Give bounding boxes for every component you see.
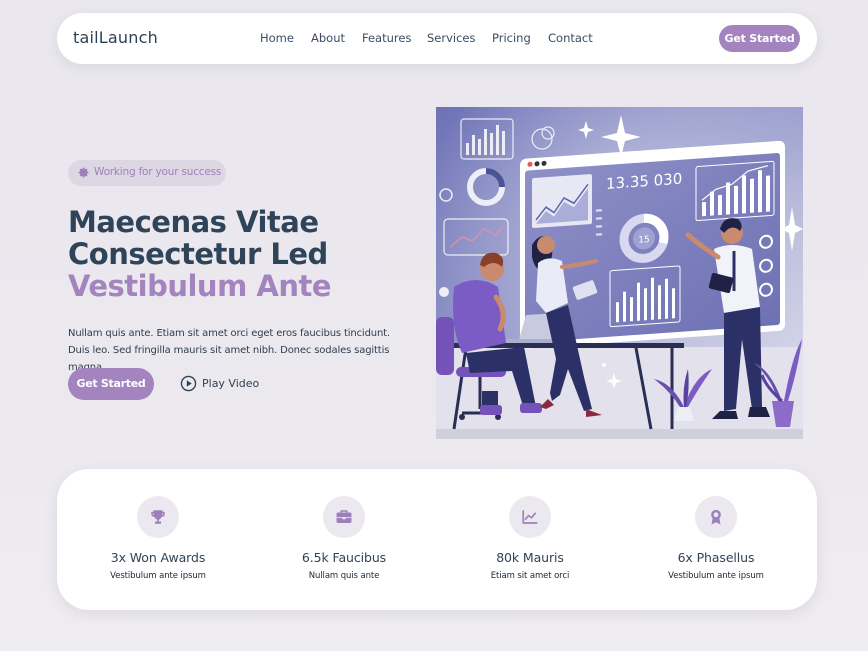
stat-subtitle: Vestibulum ante ipsum xyxy=(110,571,206,581)
hero-illustration: 13.35 030 15 xyxy=(436,107,803,439)
hero-title-line-2: Consectetur Led xyxy=(68,237,328,271)
briefcase-icon xyxy=(336,510,352,523)
gear-icon xyxy=(78,167,89,178)
nav-link-services[interactable]: Services xyxy=(427,31,476,45)
play-circle-icon xyxy=(180,375,197,392)
stats-card: 3x Won Awards Vestibulum ante ipsum 6.5k… xyxy=(57,469,817,610)
hero-title-line-1: Maecenas Vitae xyxy=(68,205,319,239)
stat-item: 6.5k Faucibus Nullam quis ante xyxy=(251,469,437,610)
stat-icon-circle xyxy=(137,496,179,538)
hero-title-line-3: Vestibulum Ante xyxy=(68,269,332,303)
stat-title: 80k Mauris xyxy=(496,550,564,565)
badge-label: Working for your success xyxy=(94,166,222,178)
stat-item: 6x Phasellus Vestibulum ante ipsum xyxy=(623,469,809,610)
nav-link-home[interactable]: Home xyxy=(260,31,294,45)
navbar: tailLaunch Home About Features Services … xyxy=(57,13,817,64)
get-started-nav-button[interactable]: Get Started xyxy=(719,25,800,52)
hero-title: Maecenas Vitae Consectetur Led Vestibulu… xyxy=(68,206,428,302)
stat-item: 3x Won Awards Vestibulum ante ipsum xyxy=(65,469,251,610)
play-video-label: Play Video xyxy=(202,377,260,390)
stat-subtitle: Vestibulum ante ipsum xyxy=(668,571,764,581)
stat-icon-circle xyxy=(695,496,737,538)
award-icon xyxy=(711,509,721,525)
stat-subtitle: Nullam quis ante xyxy=(308,571,380,581)
stat-icon-circle xyxy=(509,496,551,538)
stat-title: 6.5k Faucibus xyxy=(301,550,387,565)
hero-badge: Working for your success xyxy=(68,160,226,186)
nav-link-features[interactable]: Features xyxy=(362,31,411,45)
stat-title: 3x Won Awards xyxy=(110,550,206,565)
nav-link-about[interactable]: About xyxy=(311,31,345,45)
nav-links: Home About Features Services Pricing Con… xyxy=(57,13,817,64)
stat-item: 80k Mauris Etiam sit amet orci xyxy=(437,469,623,610)
stat-subtitle: Etiam sit amet orci xyxy=(490,571,570,581)
trophy-icon xyxy=(151,510,165,524)
stat-title: 6x Phasellus xyxy=(677,550,755,565)
nav-link-pricing[interactable]: Pricing xyxy=(492,31,531,45)
get-started-hero-button[interactable]: Get Started xyxy=(68,368,154,400)
nav-link-contact[interactable]: Contact xyxy=(548,31,593,45)
stat-icon-circle xyxy=(323,496,365,538)
chart-line-icon xyxy=(522,510,538,524)
donut-label: 15 xyxy=(638,235,649,246)
